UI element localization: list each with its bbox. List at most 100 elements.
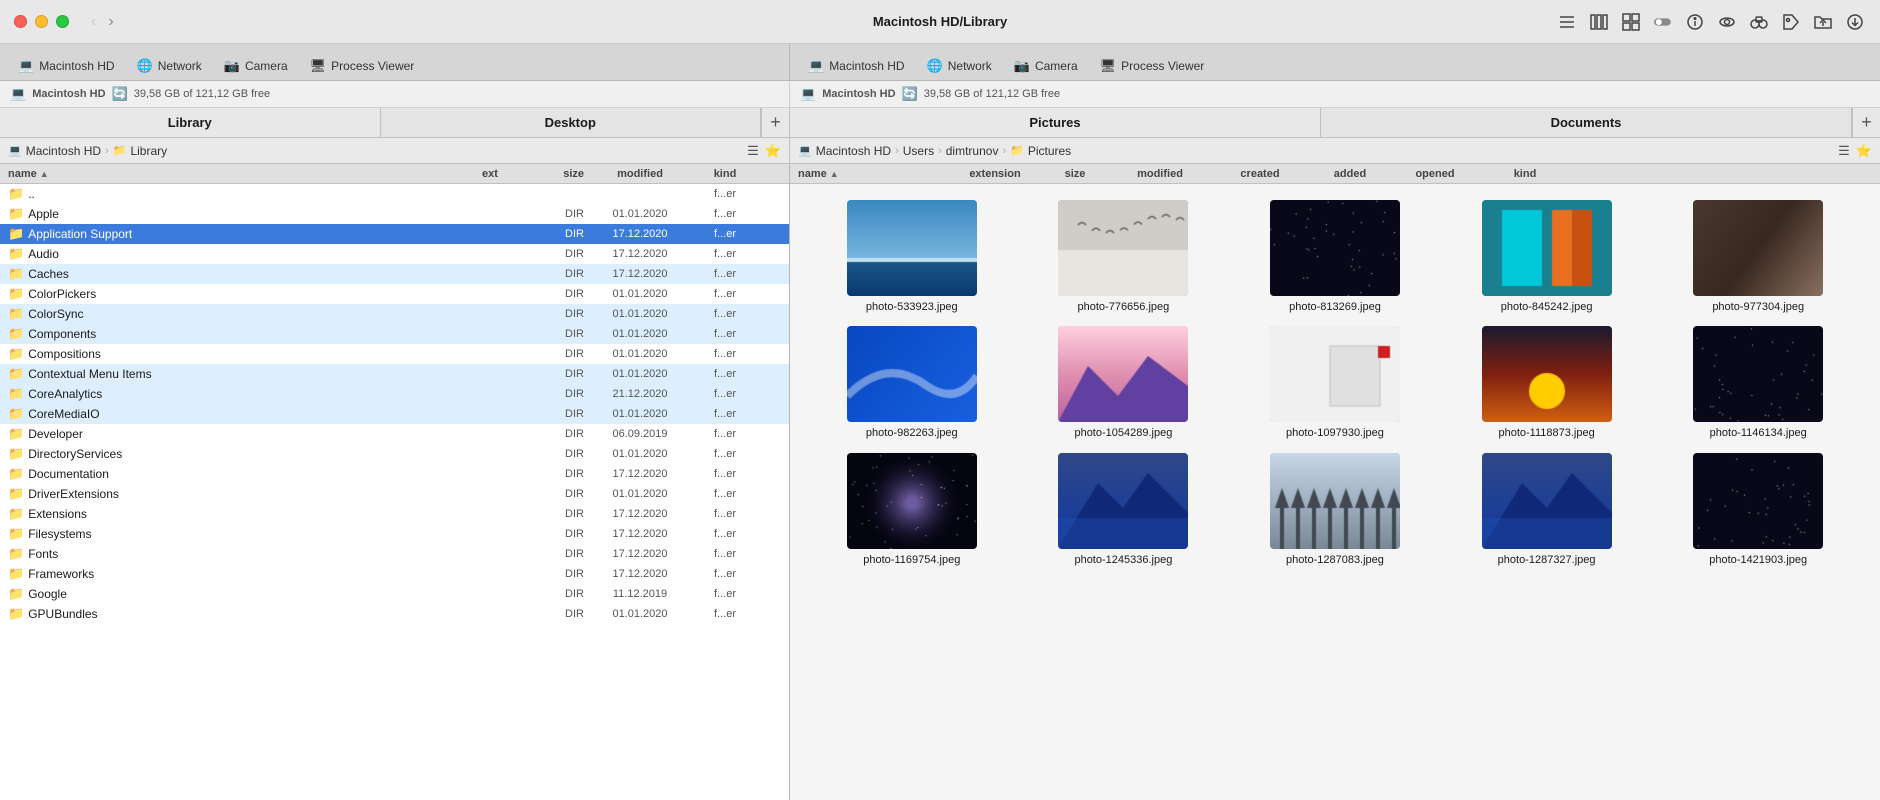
eye-icon[interactable] bbox=[1716, 11, 1738, 33]
table-row[interactable]: 📁AppleDIR01.01.2020f...er bbox=[0, 204, 789, 224]
table-row[interactable]: 📁DeveloperDIR06.09.2019f...er bbox=[0, 424, 789, 444]
rbc-dimtrunov[interactable]: dimtrunov bbox=[946, 144, 999, 158]
grid-item[interactable]: photo-776656.jpeg bbox=[1022, 200, 1226, 314]
list-view-icon[interactable] bbox=[1556, 11, 1578, 33]
tag-icon[interactable] bbox=[1780, 11, 1802, 33]
table-row[interactable]: 📁GPUBundlesDIR01.01.2020f...er bbox=[0, 604, 789, 624]
col-kind-header[interactable]: kind bbox=[690, 168, 760, 180]
right-tab-label-3: Process Viewer bbox=[1121, 59, 1204, 73]
table-row[interactable]: 📁DocumentationDIR17.12.2020f...er bbox=[0, 464, 789, 484]
grid-item[interactable]: photo-1245336.jpeg bbox=[1022, 453, 1226, 567]
back-button[interactable]: ‹ bbox=[87, 11, 100, 33]
table-row[interactable]: 📁DirectoryServicesDIR01.01.2020f...er bbox=[0, 444, 789, 464]
add-left-panel-button[interactable]: + bbox=[761, 108, 789, 137]
table-row[interactable]: 📁CachesDIR17.12.2020f...er bbox=[0, 264, 789, 284]
download-icon[interactable] bbox=[1844, 11, 1866, 33]
grid-item[interactable]: photo-1421903.jpeg bbox=[1656, 453, 1860, 567]
right-tab-macintosh-hd[interactable]: 💻 Macintosh HD bbox=[798, 48, 915, 84]
rcol-name-header[interactable]: name ▲ bbox=[790, 168, 950, 180]
add-right-panel-button[interactable]: + bbox=[1852, 108, 1880, 137]
grid-item[interactable]: photo-1097930.jpeg bbox=[1233, 326, 1437, 440]
right-tab-network[interactable]: 🌐 Network bbox=[917, 48, 1002, 84]
col-ext-header[interactable]: ext bbox=[460, 168, 520, 180]
photo-label: photo-1169754.jpeg bbox=[863, 553, 960, 567]
rbc-pictures[interactable]: Pictures bbox=[1028, 144, 1071, 158]
rcol-ext-header[interactable]: extension bbox=[950, 168, 1040, 180]
bc-list-icon[interactable]: ☰ bbox=[747, 143, 759, 159]
rcol-modified-header[interactable]: modified bbox=[1110, 168, 1210, 180]
rcol-added-header[interactable]: added bbox=[1310, 168, 1390, 180]
left-tab-camera[interactable]: 📷 Camera bbox=[214, 48, 298, 84]
left-tab-network[interactable]: 🌐 Network bbox=[127, 48, 212, 84]
grid-view-icon[interactable] bbox=[1620, 11, 1642, 33]
grid-item[interactable]: photo-845242.jpeg bbox=[1445, 200, 1649, 314]
rcol-size-header[interactable]: size bbox=[1040, 168, 1110, 180]
table-row[interactable]: 📁ColorSyncDIR01.01.2020f...er bbox=[0, 304, 789, 324]
table-row[interactable]: 📁Application SupportDIR17.12.2020f...er bbox=[0, 224, 789, 244]
photo-label: photo-1245336.jpeg bbox=[1074, 553, 1172, 567]
close-button[interactable] bbox=[14, 15, 27, 28]
rbc-sep-3: › bbox=[1002, 145, 1006, 157]
forward-button[interactable]: › bbox=[104, 11, 117, 33]
right-tab-camera[interactable]: 📷 Camera bbox=[1004, 48, 1088, 84]
table-row[interactable]: 📁DriverExtensionsDIR01.01.2020f...er bbox=[0, 484, 789, 504]
rcol-opened-header[interactable]: opened bbox=[1390, 168, 1480, 180]
table-row[interactable]: 📁FontsDIR17.12.2020f...er bbox=[0, 544, 789, 564]
rbc-star-icon[interactable]: ⭐ bbox=[1856, 143, 1872, 159]
grid-item[interactable]: photo-982263.jpeg bbox=[810, 326, 1014, 440]
table-row[interactable]: 📁..f...er bbox=[0, 184, 789, 204]
grid-item[interactable]: photo-1118873.jpeg bbox=[1445, 326, 1649, 440]
grid-item[interactable]: photo-813269.jpeg bbox=[1233, 200, 1437, 314]
table-row[interactable]: 📁Contextual Menu ItemsDIR01.01.2020f...e… bbox=[0, 364, 789, 384]
grid-item[interactable]: photo-533923.jpeg bbox=[810, 200, 1014, 314]
grid-item[interactable]: photo-977304.jpeg bbox=[1656, 200, 1860, 314]
binoculars-icon[interactable] bbox=[1748, 11, 1770, 33]
grid-item[interactable]: photo-1169754.jpeg bbox=[810, 453, 1014, 567]
rcol-opened-label: opened bbox=[1415, 168, 1454, 180]
bc-macintosh-hd[interactable]: Macintosh HD bbox=[26, 144, 101, 158]
right-tab-process-viewer[interactable]: 🖥 Process Viewer bbox=[1090, 48, 1215, 84]
col-modified-value: 11.12.2019 bbox=[590, 588, 690, 600]
info-icon[interactable] bbox=[1684, 11, 1706, 33]
folder-icon: 📁 bbox=[8, 566, 24, 582]
bc-library[interactable]: Library bbox=[130, 144, 167, 158]
table-row[interactable]: 📁ComponentsDIR01.01.2020f...er bbox=[0, 324, 789, 344]
col-modified-value: 01.01.2020 bbox=[590, 288, 690, 300]
left-tab-bar: 💻 Macintosh HD 🌐 Network 📷 Camera 🖥 Proc… bbox=[0, 44, 790, 80]
rbc-users[interactable]: Users bbox=[903, 144, 934, 158]
table-row[interactable]: 📁AudioDIR17.12.2020f...er bbox=[0, 244, 789, 264]
bc-star-icon[interactable]: ⭐ bbox=[765, 143, 781, 159]
maximize-button[interactable] bbox=[56, 15, 69, 28]
grid-item[interactable]: photo-1287327.jpeg bbox=[1445, 453, 1649, 567]
col-kind-value: f...er bbox=[690, 528, 760, 540]
table-row[interactable]: 📁CoreMediaIODIR01.01.2020f...er bbox=[0, 404, 789, 424]
col-name-header[interactable]: name ▲ bbox=[0, 168, 460, 180]
rcol-kind-header[interactable]: kind bbox=[1480, 168, 1570, 180]
grid-item[interactable]: photo-1054289.jpeg bbox=[1022, 326, 1226, 440]
left-tab-macintosh-hd[interactable]: 💻 Macintosh HD bbox=[8, 48, 125, 84]
table-row[interactable]: 📁ExtensionsDIR17.12.2020f...er bbox=[0, 504, 789, 524]
col-size-value: DIR bbox=[520, 208, 590, 220]
table-row[interactable]: 📁FrameworksDIR17.12.2020f...er bbox=[0, 564, 789, 584]
col-modified-value: 01.01.2020 bbox=[590, 348, 690, 360]
rbc-list-icon[interactable]: ☰ bbox=[1838, 143, 1850, 159]
table-row[interactable]: 📁CompositionsDIR01.01.2020f...er bbox=[0, 344, 789, 364]
table-row[interactable]: 📁CoreAnalyticsDIR21.12.2020f...er bbox=[0, 384, 789, 404]
minimize-button[interactable] bbox=[35, 15, 48, 28]
grid-item[interactable]: photo-1146134.jpeg bbox=[1656, 326, 1860, 440]
folder-icon: 📁 bbox=[8, 366, 24, 382]
col-size-header[interactable]: size bbox=[520, 168, 590, 180]
table-row[interactable]: 📁FilesystemsDIR17.12.2020f...er bbox=[0, 524, 789, 544]
toggle-icon[interactable] bbox=[1652, 11, 1674, 33]
col-modified-value: 17.12.2020 bbox=[590, 548, 690, 560]
table-row[interactable]: 📁GoogleDIR11.12.2019f...er bbox=[0, 584, 789, 604]
grid-item[interactable]: photo-1287083.jpeg bbox=[1233, 453, 1437, 567]
col-modified-header[interactable]: modified bbox=[590, 168, 690, 180]
rbc-macintosh-hd[interactable]: Macintosh HD bbox=[816, 144, 891, 158]
column-view-icon[interactable] bbox=[1588, 11, 1610, 33]
folder-upload-icon[interactable] bbox=[1812, 11, 1834, 33]
table-row[interactable]: 📁ColorPickersDIR01.01.2020f...er bbox=[0, 284, 789, 304]
rcol-created-header[interactable]: created bbox=[1210, 168, 1310, 180]
left-breadcrumb: 💻 Macintosh HD › 📁 Library ☰ ⭐ bbox=[0, 138, 790, 163]
left-tab-process-viewer[interactable]: 🖥 Process Viewer bbox=[300, 48, 425, 84]
